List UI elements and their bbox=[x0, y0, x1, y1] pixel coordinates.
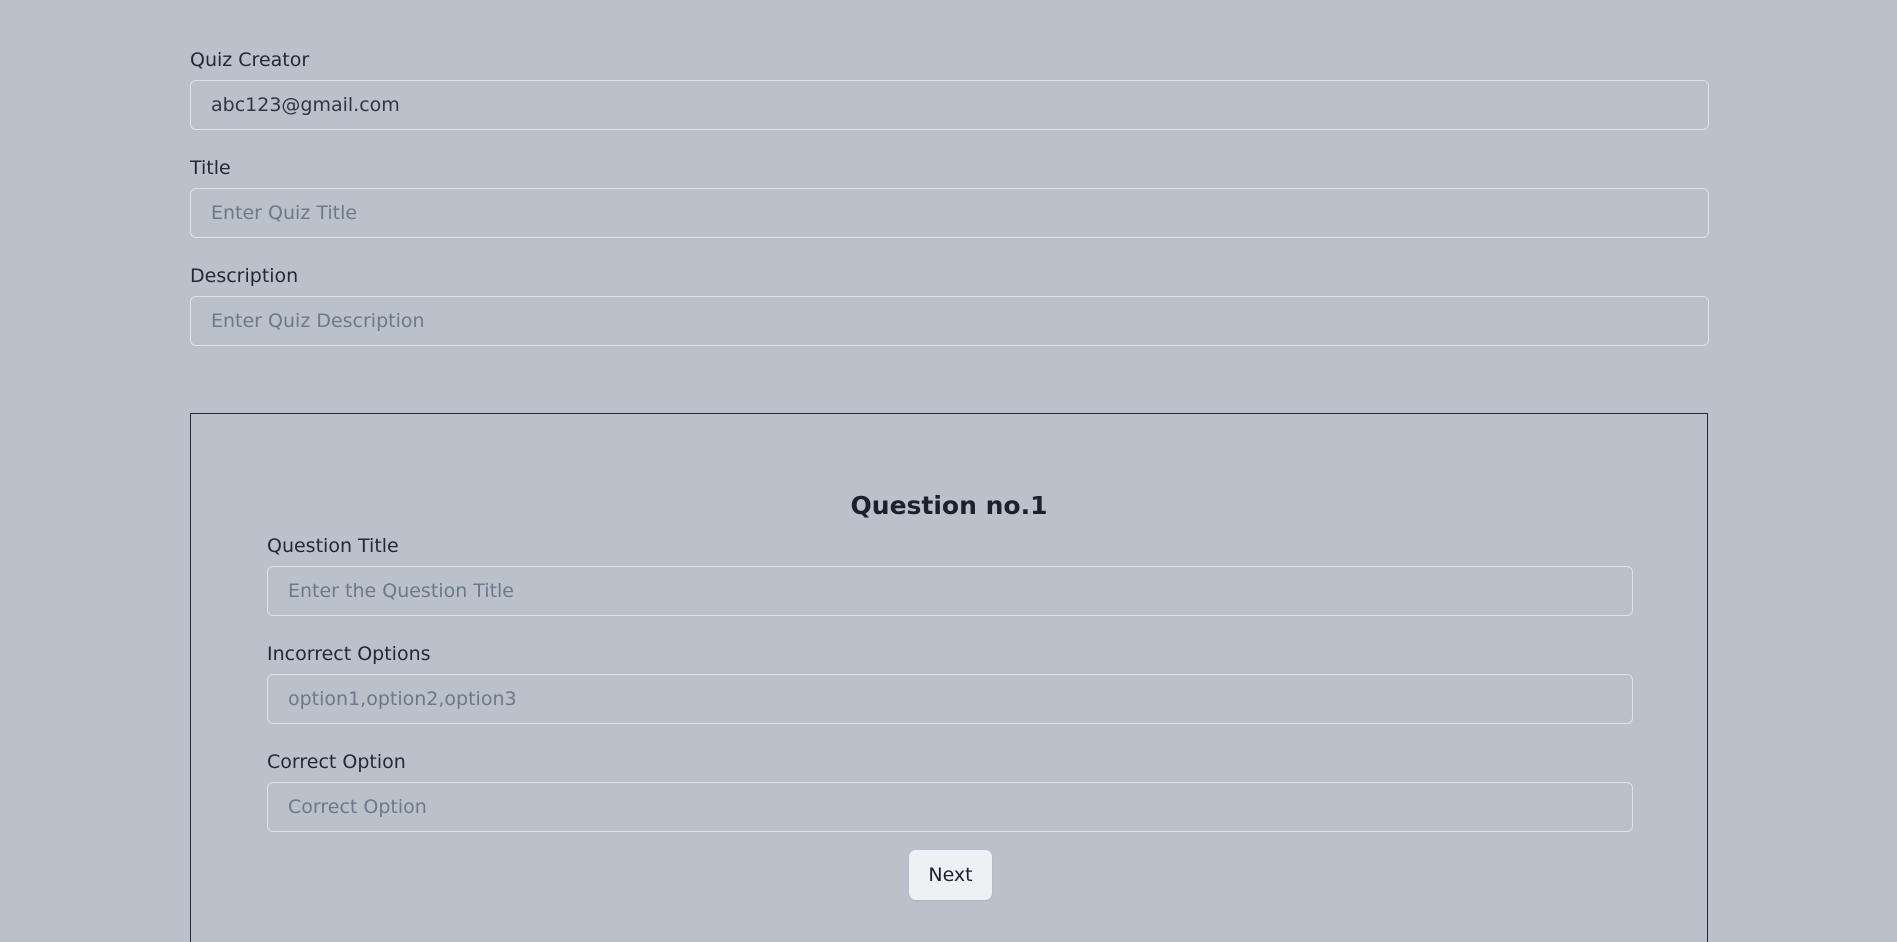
question-title-label: Question Title bbox=[267, 535, 399, 557]
quiz-details-form: Quiz Creator Title Description bbox=[190, 48, 1709, 372]
quiz-description-input[interactable] bbox=[190, 296, 1709, 346]
incorrect-options-input[interactable] bbox=[267, 674, 1633, 724]
quiz-creator-group: Quiz Creator bbox=[190, 48, 1709, 130]
quiz-title-input[interactable] bbox=[190, 188, 1709, 238]
quiz-title-label: Title bbox=[190, 157, 231, 179]
correct-option-label: Correct Option bbox=[267, 751, 406, 773]
quiz-creation-page: Quiz Creator Title Description Question … bbox=[0, 0, 1897, 942]
question-title-input[interactable] bbox=[267, 566, 1633, 616]
quiz-description-label: Description bbox=[190, 265, 299, 287]
correct-option-input[interactable] bbox=[267, 782, 1633, 832]
quiz-creator-input[interactable] bbox=[190, 80, 1709, 130]
next-button[interactable]: Next bbox=[909, 850, 992, 900]
question-heading: Question no.1 bbox=[850, 491, 1048, 520]
question-title-group: Question Title bbox=[267, 534, 1633, 616]
quiz-creator-label: Quiz Creator bbox=[190, 49, 310, 71]
quiz-description-group: Description bbox=[190, 264, 1709, 346]
question-panel: Question no.1 Question Title Incorrect O… bbox=[190, 413, 1708, 942]
correct-option-group: Correct Option bbox=[267, 750, 1633, 832]
question-fields: Question Title Incorrect Options Correct… bbox=[267, 534, 1633, 858]
quiz-title-group: Title bbox=[190, 156, 1709, 238]
incorrect-options-label: Incorrect Options bbox=[267, 643, 431, 665]
incorrect-options-group: Incorrect Options bbox=[267, 642, 1633, 724]
